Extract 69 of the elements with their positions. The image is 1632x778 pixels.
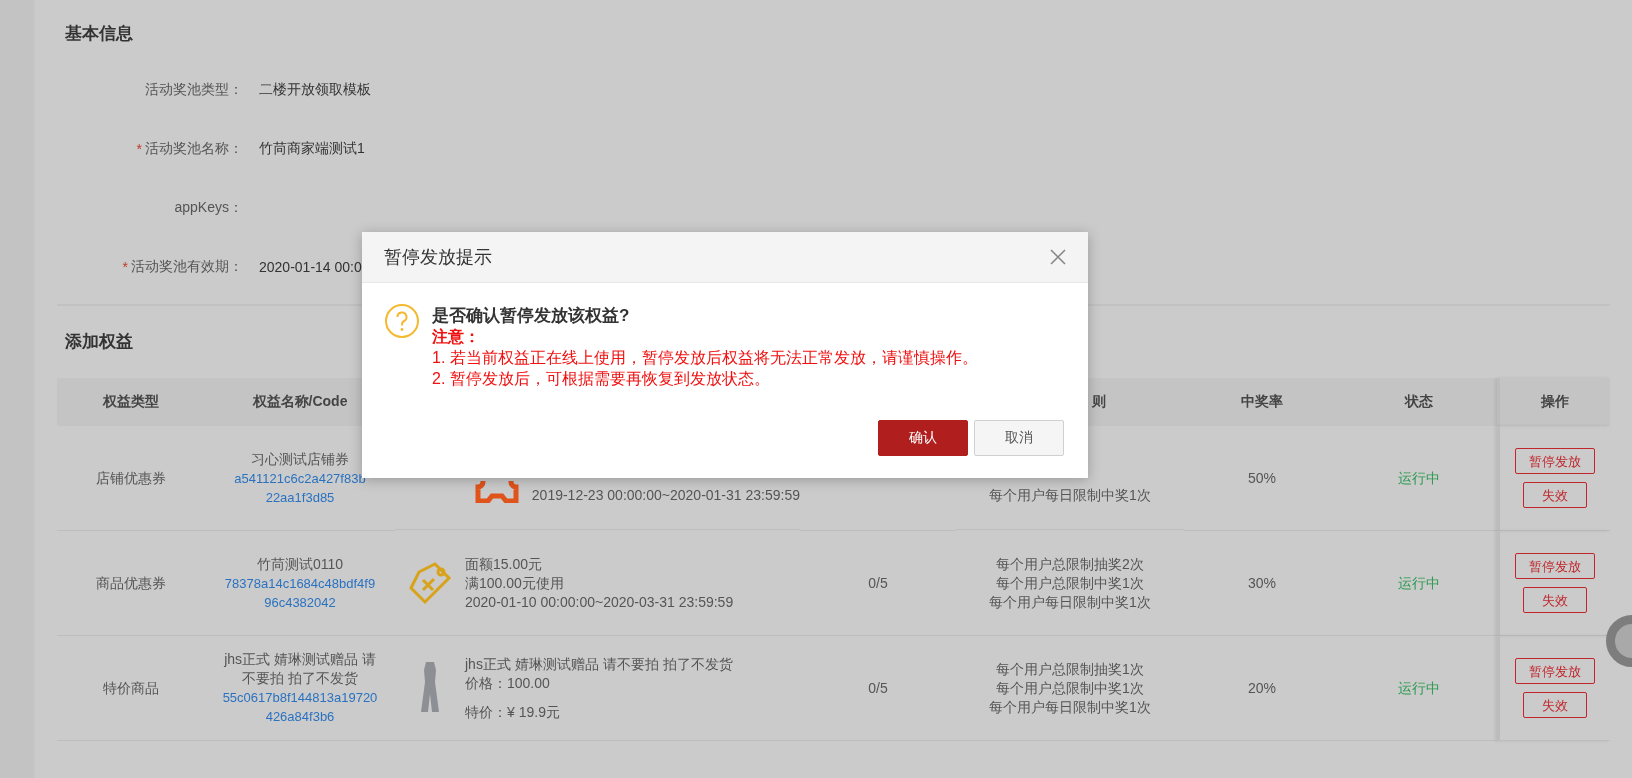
section-title: 添加权益	[65, 331, 133, 353]
status-text: 运行中	[1397, 678, 1440, 698]
description-line: 2019-12-23 00:00:00~2020-01-31 23:59:59	[531, 486, 800, 505]
dialog-question: 是否确认暂停发放该权益?	[432, 305, 631, 326]
table-cell: 30%	[1248, 573, 1276, 593]
table-cell: 店铺优惠券	[96, 468, 166, 488]
field-value: 2020-01-14 00:0	[259, 258, 362, 275]
status-text: 运行中	[1397, 573, 1440, 593]
status-text: 运行中	[1397, 468, 1440, 488]
coupon-icon	[473, 481, 520, 503]
rule-line: 每个用户总限制抽奖2次	[996, 554, 1144, 574]
field-label: 活动奖池类型：	[145, 80, 243, 99]
description-line: 价格：100.00	[465, 673, 551, 693]
required-mark: *	[122, 258, 128, 275]
column-header: 状态	[1404, 393, 1433, 411]
close-icon[interactable]	[1050, 249, 1066, 265]
description-line: 特价：¥ 19.9元	[465, 702, 561, 722]
field-label: 活动奖池名称：	[145, 139, 243, 158]
column-header: 中奖率	[1241, 393, 1283, 411]
description-line: 满100.00元使用	[465, 573, 565, 593]
invalidate-button[interactable]: 失效	[1523, 482, 1587, 508]
dialog-title: 暂停发放提示	[384, 246, 492, 269]
description-line: 2020-01-10 00:00:00~2020-03-31 23:59:59	[465, 592, 734, 612]
field-label: 活动奖池有效期：	[131, 257, 243, 276]
pause-button[interactable]: 暂停发放	[1515, 448, 1595, 474]
pause-button[interactable]: 暂停发放	[1515, 553, 1595, 579]
pause-button[interactable]: 暂停发放	[1515, 658, 1595, 684]
invalidate-button[interactable]: 失效	[1523, 692, 1587, 718]
cancel-button[interactable]: 取消	[974, 420, 1064, 456]
description-line: jhs正式 婧琳测试赠品 请不要拍 拍了不发货	[465, 654, 733, 674]
table-cell: 商品优惠券	[96, 573, 166, 593]
rule-line: 每个用户总限制中奖1次	[996, 573, 1144, 593]
rule-line: 每个用户总限制中奖1次	[996, 678, 1144, 698]
column-header: 权益名称/Code	[252, 393, 348, 411]
benefit-name: 习心测试店铺券	[250, 449, 350, 469]
description-line: 面额15.00元	[465, 554, 544, 574]
rule-line: 每个用户每日限制中奖1次	[989, 697, 1151, 717]
required-mark: *	[136, 140, 142, 157]
code-link[interactable]: 426a84f3b6	[265, 707, 335, 726]
field-value: 竹苘商家端测试1	[259, 139, 365, 158]
column-header: 操作	[1541, 393, 1569, 411]
invalidate-button[interactable]: 失效	[1523, 587, 1587, 613]
table-cell: 特价商品	[103, 678, 159, 698]
question-icon	[384, 303, 420, 339]
code-link[interactable]: 55c0617b8f144813a19720	[222, 688, 378, 707]
field-label: appKeys：	[174, 198, 243, 217]
confirm-button[interactable]: 确认	[878, 420, 968, 456]
rule-line: 每个用户每日限制中奖1次	[989, 592, 1151, 612]
note-line: 1. 若当前权益正在线上使用，暂停发放后权益将无法正常发放，请谨慎操作。	[432, 348, 978, 368]
table-cell: 20%	[1248, 678, 1276, 698]
dress-photo-placeholder	[420, 662, 440, 714]
note-title: 注意：	[432, 327, 481, 347]
benefit-name: 竹苘测试0110	[255, 554, 345, 574]
field-value: 二楼开放领取模板	[259, 80, 371, 99]
table-cell: 0/5	[868, 678, 888, 698]
column-header: 权益类型	[103, 393, 159, 411]
rule-line: 每个用户每日限制中奖1次	[989, 486, 1151, 505]
note-line: 2. 暂停发放后，可根据需要再恢复到发放状态。	[432, 369, 771, 389]
section-title: 基本信息	[65, 23, 134, 45]
code-link[interactable]: 78378a14c1684c48bdf4f9	[224, 573, 376, 593]
rule-line: 每个用户总限制抽奖1次	[996, 659, 1144, 679]
table-cell: 0/5	[868, 573, 888, 593]
code-link[interactable]: a541121c6c2a427f83b	[234, 468, 366, 488]
table-cell: 50%	[1248, 468, 1276, 488]
price-tag-icon	[407, 560, 453, 606]
column-header: 则	[1092, 393, 1106, 411]
code-link[interactable]: 96c4382042	[264, 592, 336, 612]
code-link[interactable]: 22aa1f3d85	[265, 487, 335, 507]
benefit-name: jhs正式 婧琳测试赠品 请不要拍 拍了不发货	[223, 650, 377, 688]
